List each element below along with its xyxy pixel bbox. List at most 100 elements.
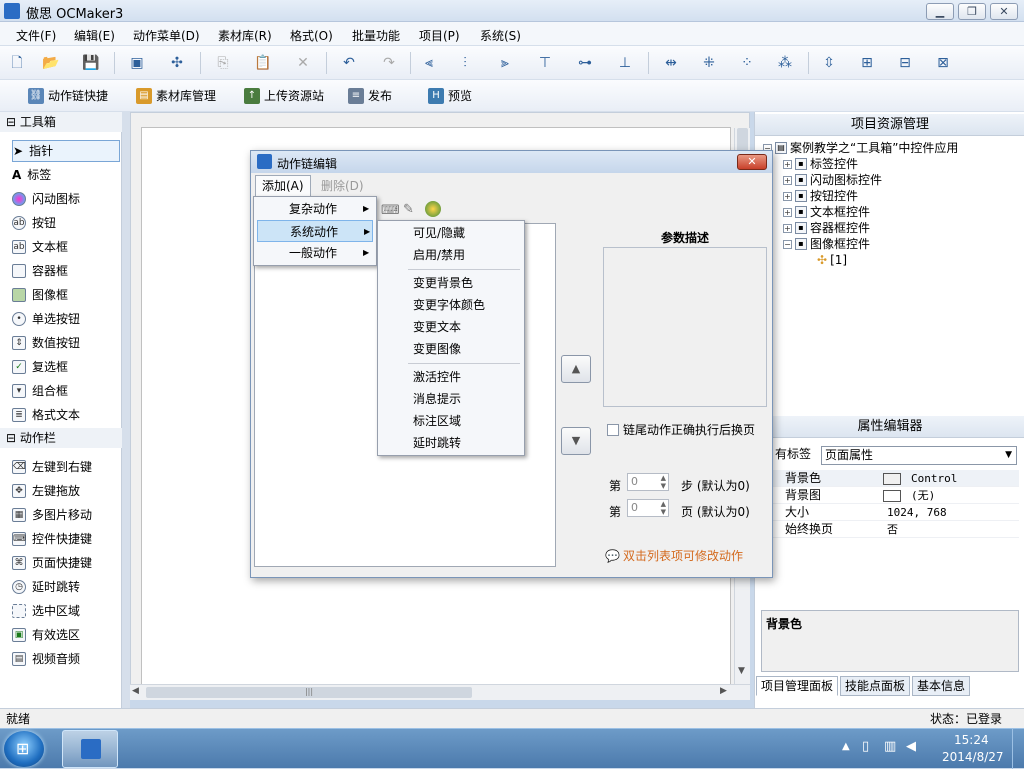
minimize-button[interactable]: ▁	[926, 3, 954, 20]
scroll-right-icon[interactable]: ▶	[720, 686, 727, 696]
globe-icon[interactable]	[425, 201, 441, 217]
tree-root[interactable]: − ▤ 案例教学之“工具箱”中控件应用	[763, 140, 1021, 156]
tool-numeric[interactable]: ⇕ 数值按钮	[12, 332, 120, 354]
action-select-area[interactable]: 选中区域	[12, 600, 120, 622]
tool-label-control[interactable]: A 标签	[12, 164, 120, 186]
tray-arrow-icon[interactable]: ▲	[842, 741, 850, 752]
show-desktop-button[interactable]	[1012, 729, 1024, 769]
prop-row[interactable]: 背景色 Control	[761, 470, 1019, 487]
close-button[interactable]: ✕	[990, 3, 1018, 20]
save-icon[interactable]: 💾	[82, 54, 100, 72]
action-left-right[interactable]: ⌫ 左键到右键	[12, 456, 120, 478]
step-spinner[interactable]: 0 ▲ ▼	[627, 473, 669, 491]
menu-edit[interactable]: 编辑(E)	[74, 27, 115, 44]
dialog-title-bar[interactable]: 动作链编辑 ✕	[251, 151, 772, 173]
menu-project[interactable]: 项目(P)	[419, 27, 460, 44]
menu-item[interactable]: 启用/禁用	[381, 244, 521, 266]
menu-item-general[interactable]: 一般动作 ▶	[257, 242, 373, 264]
page-spinner[interactable]: 0 ▲ ▼	[627, 499, 669, 517]
action-drag[interactable]: ✥ 左键拖放	[12, 480, 120, 502]
scroll-left-icon[interactable]: ◀	[132, 686, 139, 696]
taskbar-app-button[interactable]	[62, 730, 118, 768]
toolbox-header[interactable]: ⊟ 工具箱	[0, 112, 122, 132]
align-left-icon[interactable]: ⫷	[420, 54, 438, 72]
tool-button[interactable]: ab 按钮	[12, 212, 120, 234]
space-h-icon[interactable]: ⁜	[700, 54, 718, 72]
action-page-hotkey[interactable]: ⌘ 页面快捷键	[12, 552, 120, 574]
tool-combobox[interactable]: ▾ 组合框	[12, 380, 120, 402]
clock-time[interactable]: 15:24	[954, 733, 989, 747]
tray-device-icon[interactable]: ▯	[862, 739, 869, 754]
tag-select[interactable]: 页面属性 ▼	[821, 446, 1017, 465]
puzzle-icon[interactable]: ✣	[168, 54, 186, 72]
preview-button[interactable]: H 预览	[428, 87, 472, 105]
tool-richtext[interactable]: ≣ 格式文本	[12, 404, 120, 426]
menu-delete[interactable]: 删除(D)	[321, 177, 364, 194]
horizontal-scrollbar[interactable]: ◀ ||| ▶	[130, 684, 750, 700]
menu-item-system[interactable]: 系统动作 ▶	[257, 220, 373, 242]
center-icon[interactable]: ⁂	[776, 54, 794, 72]
menu-system[interactable]: 系统(S)	[480, 27, 521, 44]
chain-page-checkbox[interactable]: 链尾动作正确执行后换页	[607, 421, 755, 438]
menu-item[interactable]: 激活控件	[381, 366, 521, 388]
action-control-hotkey[interactable]: ⌨ 控件快捷键	[12, 528, 120, 550]
tab-basic-info[interactable]: 基本信息	[912, 676, 971, 696]
tool-container[interactable]: 容器框	[12, 260, 120, 282]
space-v-icon[interactable]: ⁘	[738, 54, 756, 72]
volume-icon[interactable]: ◀	[906, 739, 916, 754]
menu-item[interactable]: 变更背景色	[381, 272, 521, 294]
tree-node[interactable]: + ▪ 文本框控件	[763, 204, 1021, 220]
action-delay-jump[interactable]: ◷ 延时跳转	[12, 576, 120, 598]
tab-project-panel[interactable]: 项目管理面板	[756, 676, 839, 696]
tool-radio[interactable]: • 单选按钮	[12, 308, 120, 330]
scroll-down-icon[interactable]: ▼	[738, 666, 745, 676]
redo-icon[interactable]: ↷	[380, 54, 398, 72]
tree-node[interactable]: − ▪ 图像框控件	[763, 236, 1021, 252]
prop-row[interactable]: 始终换页 否	[761, 521, 1019, 538]
tool-textbox[interactable]: ab 文本框	[12, 236, 120, 258]
clock-date[interactable]: 2014/8/27	[942, 750, 1004, 764]
menu-add[interactable]: 添加(A)	[255, 175, 311, 197]
material-manager-button[interactable]: ▤ 素材库管理	[136, 87, 216, 105]
move-up-button[interactable]: ▲	[561, 355, 591, 383]
tool-flash-icon[interactable]: 闪动图标	[12, 188, 120, 210]
action-header[interactable]: ⊟ 动作栏	[0, 428, 122, 448]
tree-node[interactable]: + ▪ 闪动图标控件	[763, 172, 1021, 188]
distribute-h-icon[interactable]: ⇹	[662, 54, 680, 72]
menu-batch[interactable]: 批量功能	[352, 27, 400, 44]
align-right-icon[interactable]: ⫸	[496, 54, 514, 72]
tree-node[interactable]: + ▪ 按钮控件	[763, 188, 1021, 204]
same-height-icon[interactable]: ⊟	[896, 54, 914, 72]
tool-image[interactable]: 图像框	[12, 284, 120, 306]
align-middle-icon[interactable]: ⊶	[576, 54, 594, 72]
delete-icon[interactable]: ✕	[294, 54, 312, 72]
dialog-close-button[interactable]: ✕	[737, 154, 767, 170]
menu-item[interactable]: 变更文本	[381, 316, 521, 338]
menu-material[interactable]: 素材库(R)	[218, 27, 272, 44]
undo-icon[interactable]: ↶	[340, 54, 358, 72]
menu-item[interactable]: 变更图像	[381, 338, 521, 360]
tree-node[interactable]: + ▪ 容器框控件	[763, 220, 1021, 236]
prop-row[interactable]: 背景图 (无)	[761, 487, 1019, 504]
menu-action[interactable]: 动作菜单(D)	[133, 27, 200, 44]
start-button[interactable]: ⊞	[4, 731, 44, 767]
scroll-thumb[interactable]: |||	[146, 687, 472, 698]
tab-skill-panel[interactable]: 技能点面板	[840, 676, 911, 696]
tree-leaf[interactable]: ✣ [1]	[763, 252, 1021, 268]
move-down-button[interactable]: ▼	[561, 427, 591, 455]
menu-item[interactable]: 可见/隐藏	[381, 222, 521, 244]
page-icon[interactable]: ▣	[128, 54, 146, 72]
menu-item-complex[interactable]: 复杂动作 ▶	[257, 198, 373, 220]
menu-item[interactable]: 消息提示	[381, 388, 521, 410]
align-center-icon[interactable]: ⫶	[456, 54, 474, 72]
upload-button[interactable]: ↑ 上传资源站	[244, 87, 324, 105]
action-valid-selection[interactable]: ▣ 有效选区	[12, 624, 120, 646]
publish-button[interactable]: ≡ 发布	[348, 87, 392, 105]
tree-node[interactable]: + ▪ 标签控件	[763, 156, 1021, 172]
paste-icon[interactable]: 📋	[254, 54, 272, 72]
menu-item[interactable]: 标注区域	[381, 410, 521, 432]
same-width-icon[interactable]: ⊞	[858, 54, 876, 72]
same-size-icon[interactable]: ⊠	[934, 54, 952, 72]
tool-checkbox[interactable]: ✓ 复选框	[12, 356, 120, 378]
menu-item[interactable]: 变更字体颜色	[381, 294, 521, 316]
